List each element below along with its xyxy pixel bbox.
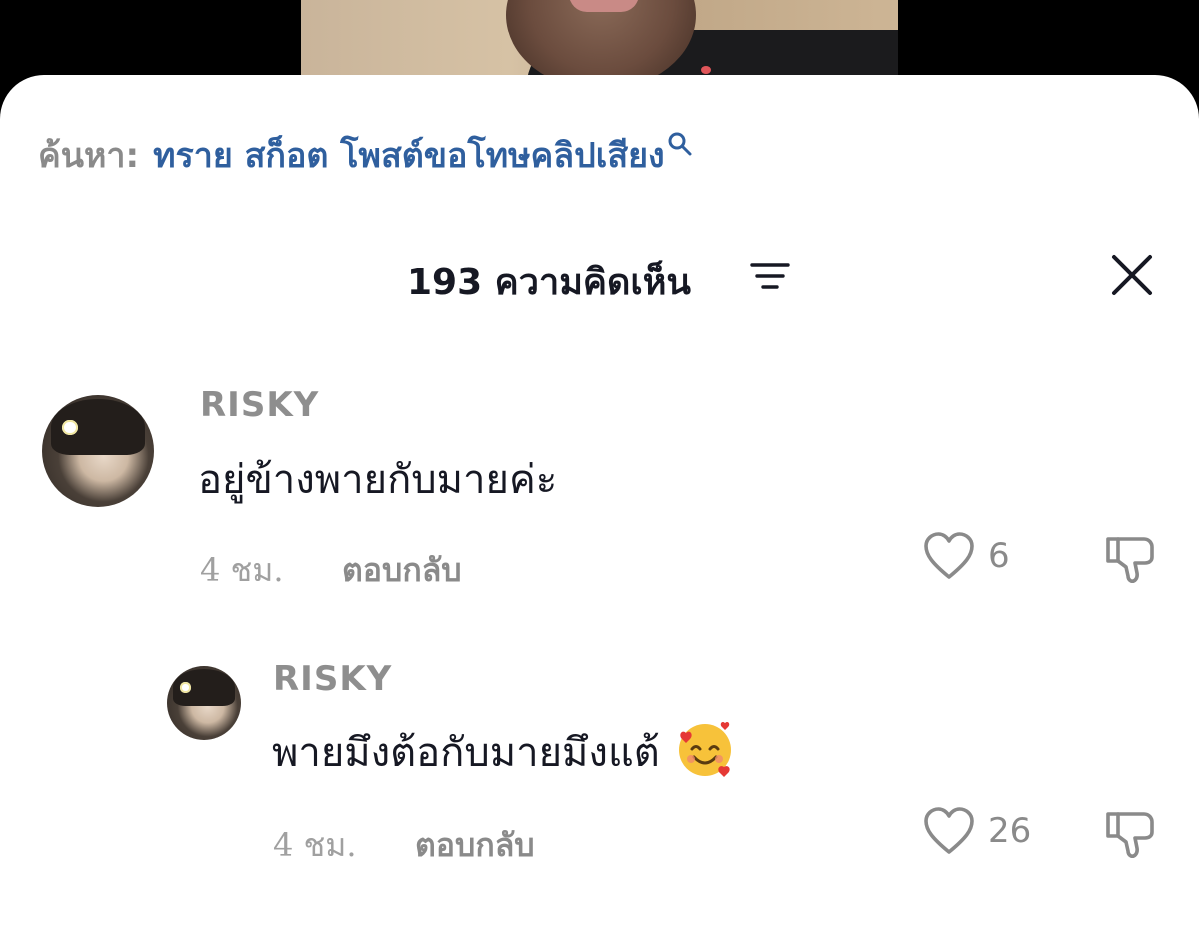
reply-username[interactable]: RISKY: [273, 659, 392, 699]
comment-text: อยู่ข้างพายกับมายค่ะ: [198, 457, 558, 503]
comments-sheet: ค้นหา: ทราย สก็อต โพสต์ขอโทษคลิปเสียง 19…: [0, 75, 1199, 931]
reply-dislike-button[interactable]: [1104, 806, 1158, 864]
reply-like-button[interactable]: 26: [922, 806, 1031, 856]
dislike-button[interactable]: [1104, 531, 1158, 589]
heart-icon: [924, 807, 974, 854]
comment-count-title: 193 ความคิดเห็น: [407, 262, 692, 303]
reply-reply-button[interactable]: ตอบกลับ: [415, 820, 535, 871]
close-button[interactable]: [1108, 251, 1156, 299]
smiling-face-with-hearts-icon: [674, 719, 736, 791]
avatar[interactable]: [42, 395, 154, 507]
sort-icon[interactable]: [750, 261, 790, 297]
close-icon: [1112, 255, 1152, 295]
thumbs-down-icon: [1106, 812, 1154, 858]
like-count: 6: [988, 536, 1010, 576]
comment-time: 4 ชม.: [200, 551, 284, 589]
reply-time: 4 ชม.: [273, 826, 357, 864]
search-icon: [667, 126, 693, 166]
reply-like-count: 26: [988, 811, 1032, 851]
video-person-mouth: [569, 0, 639, 12]
thumbs-down-icon: [1106, 537, 1154, 583]
comments-header: 193 ความคิดเห็น: [0, 247, 1199, 307]
comment-username[interactable]: RISKY: [200, 385, 319, 425]
like-button[interactable]: 6: [922, 531, 1010, 581]
heart-icon: [924, 532, 974, 579]
video-accent: [701, 66, 711, 74]
search-prefix: ค้นหา:: [38, 136, 140, 176]
reply-button[interactable]: ตอบกลับ: [342, 545, 462, 596]
search-query-link[interactable]: ทราย สก็อต โพสต์ขอโทษคลิปเสียง: [153, 128, 665, 182]
reply-avatar[interactable]: [167, 666, 241, 740]
reply-text-body: พายมึงต้อกับมายมึงแต้: [272, 730, 660, 776]
search-suggestion[interactable]: ค้นหา: ทราย สก็อต โพสต์ขอโทษคลิปเสียง: [38, 127, 693, 183]
reply-text: พายมึงต้อกับมายมึงแต้: [272, 719, 736, 791]
